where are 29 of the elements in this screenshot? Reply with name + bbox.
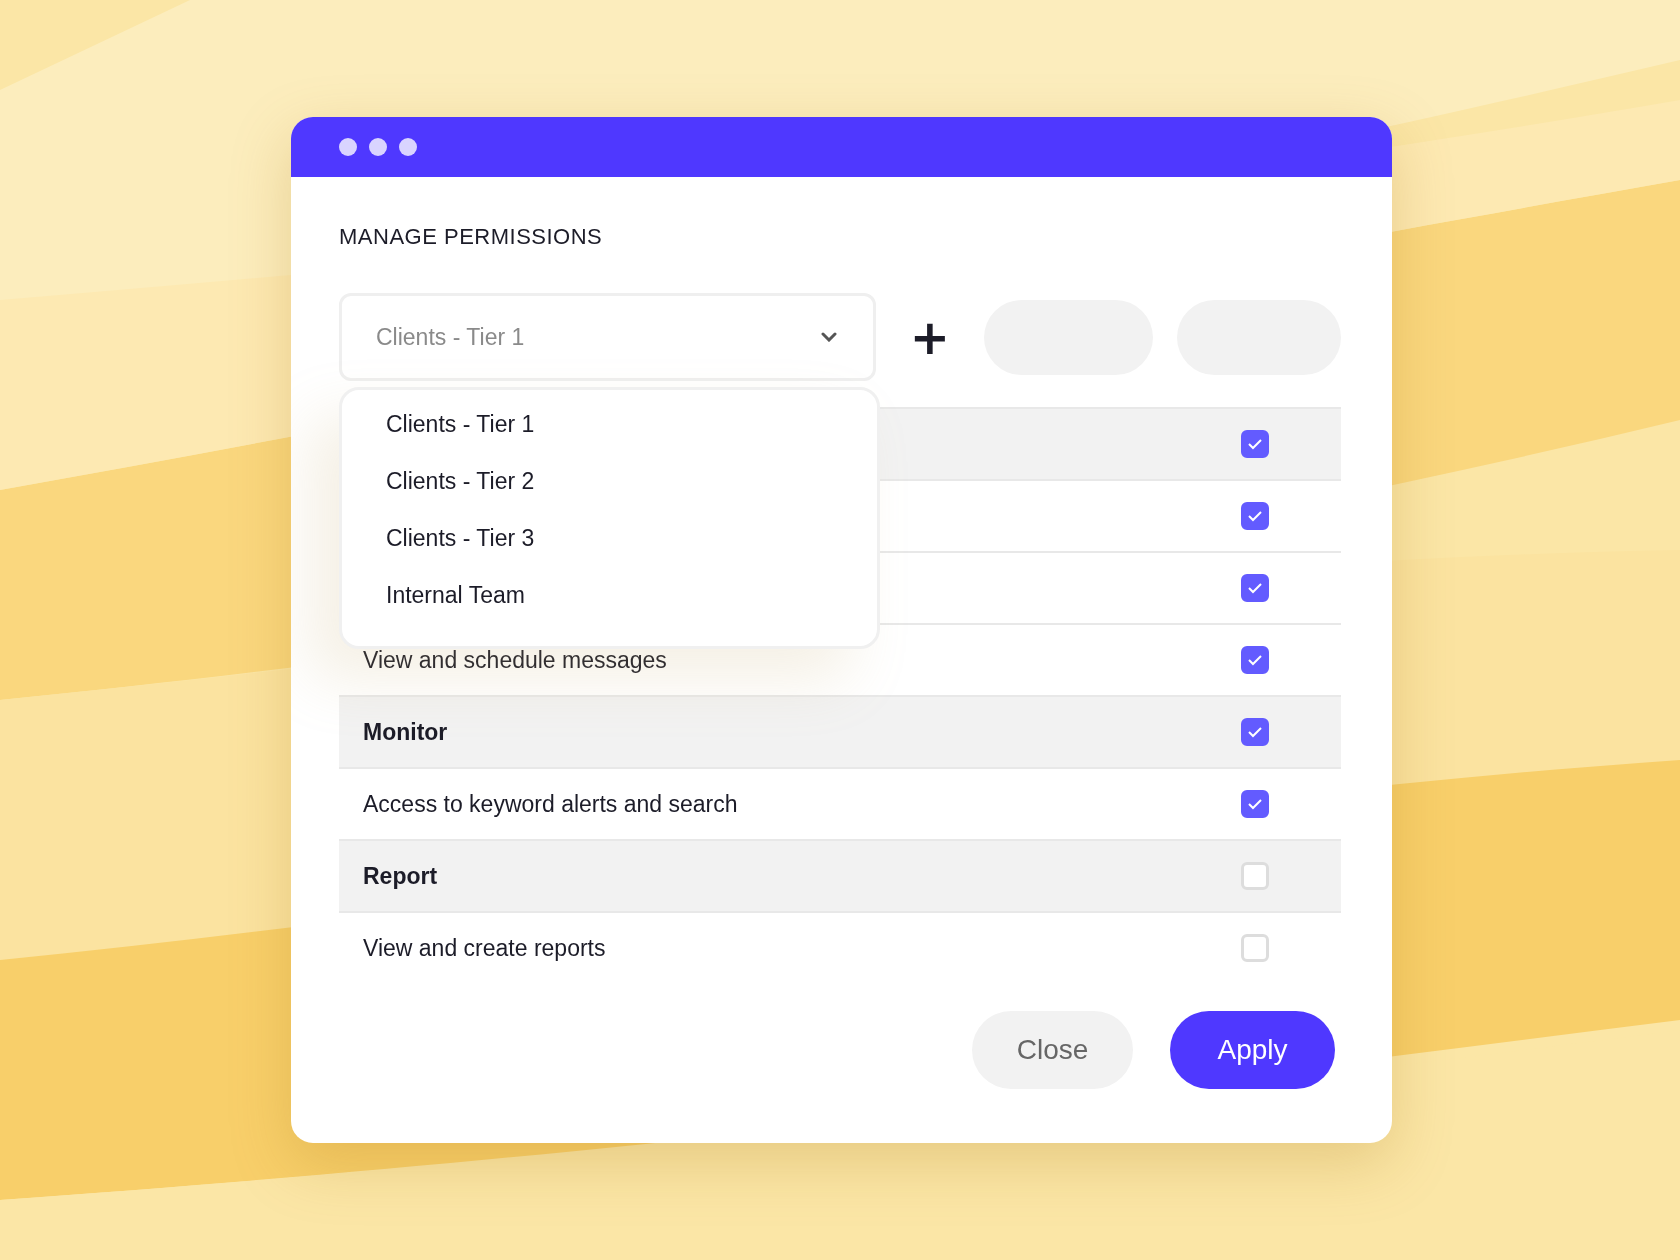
checkbox[interactable] [1241, 646, 1269, 674]
permission-label: View and schedule messages [363, 646, 667, 674]
window-dot-icon[interactable] [399, 138, 417, 156]
checkbox[interactable] [1241, 718, 1269, 746]
permission-label: Report [363, 862, 438, 890]
checkbox[interactable] [1241, 574, 1269, 602]
dropdown-option[interactable]: Clients - Tier 3 [342, 510, 877, 567]
checkmark-icon [1247, 438, 1263, 450]
permission-label: Access to keyword alerts and search [363, 790, 738, 818]
close-button[interactable]: Close [972, 1011, 1133, 1089]
dropdown-option[interactable]: Internal Team [342, 567, 877, 624]
dropdown-option[interactable]: Clients - Tier 2 [342, 453, 877, 510]
window-dot-icon[interactable] [369, 138, 387, 156]
checkbox[interactable] [1241, 502, 1269, 530]
checkmark-icon [1247, 726, 1263, 738]
dialog-title: MANAGE PERMISSIONS [339, 223, 604, 251]
checkbox[interactable] [1241, 430, 1269, 458]
window-dot-icon[interactable] [339, 138, 357, 156]
dropdown-option[interactable]: Clients - Tier 1 [342, 396, 877, 453]
apply-button[interactable]: Apply [1170, 1011, 1335, 1089]
permission-label: View and create reports [363, 934, 606, 962]
checkmark-icon [1247, 798, 1263, 810]
checkmark-icon [1247, 654, 1263, 666]
chevron-down-icon [820, 332, 837, 342]
checkbox[interactable] [1241, 790, 1269, 818]
permission-label: Monitor [363, 718, 448, 746]
checkmark-icon [1247, 510, 1263, 522]
checkmark-icon [1247, 582, 1263, 594]
add-button[interactable]: + [903, 313, 957, 361]
